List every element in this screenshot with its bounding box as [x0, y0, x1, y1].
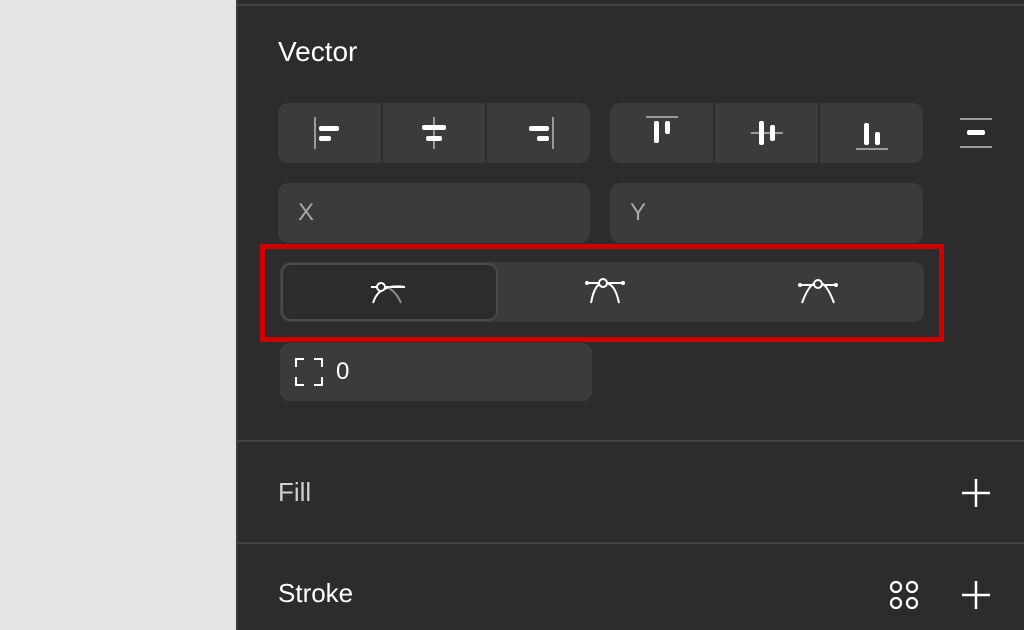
align-right-button[interactable] — [487, 103, 590, 163]
align-bottom-button[interactable] — [820, 103, 923, 163]
align-left-icon — [314, 117, 340, 149]
stroke-styles-button[interactable] — [884, 575, 924, 615]
y-label: Y — [630, 199, 647, 226]
top-divider — [238, 4, 1024, 6]
align-center-horizontal-icon — [422, 117, 446, 149]
highlight-box — [260, 244, 944, 342]
fill-divider — [238, 440, 1024, 442]
add-fill-button[interactable] — [956, 473, 996, 513]
vertical-align-group — [610, 103, 923, 163]
x-label: X — [298, 199, 315, 226]
y-position-field[interactable]: Y — [610, 183, 923, 243]
align-center-vertical-button[interactable] — [715, 103, 820, 163]
distribute-icon — [960, 118, 992, 148]
section-title-stroke: Stroke — [278, 578, 354, 608]
x-position-field[interactable]: X — [278, 183, 590, 243]
corner-radius-icon — [295, 358, 323, 386]
canvas-area[interactable] — [0, 0, 236, 630]
align-left-button[interactable] — [278, 103, 383, 163]
plus-icon — [962, 581, 990, 609]
align-top-icon — [645, 116, 678, 143]
horizontal-align-group — [278, 103, 590, 163]
y-input[interactable] — [646, 198, 923, 228]
align-bottom-icon — [855, 123, 888, 150]
corner-radius-field[interactable]: 0 — [280, 343, 592, 401]
align-center-vertical-icon — [750, 121, 783, 145]
stroke-divider — [238, 542, 1024, 544]
corner-radius-value: 0 — [336, 358, 350, 385]
align-right-icon — [528, 117, 554, 149]
properties-panel: Vector X Y 0 Fill Stroke — [236, 0, 1024, 630]
section-title-fill: Fill — [278, 477, 312, 507]
align-top-button[interactable] — [610, 103, 715, 163]
x-input[interactable] — [314, 198, 590, 228]
add-stroke-button[interactable] — [956, 575, 996, 615]
section-title-vector: Vector — [278, 36, 358, 67]
distribute-button[interactable] — [956, 113, 996, 153]
styles-grid-icon — [889, 580, 919, 610]
plus-icon — [962, 479, 990, 507]
align-center-horizontal-button[interactable] — [383, 103, 488, 163]
